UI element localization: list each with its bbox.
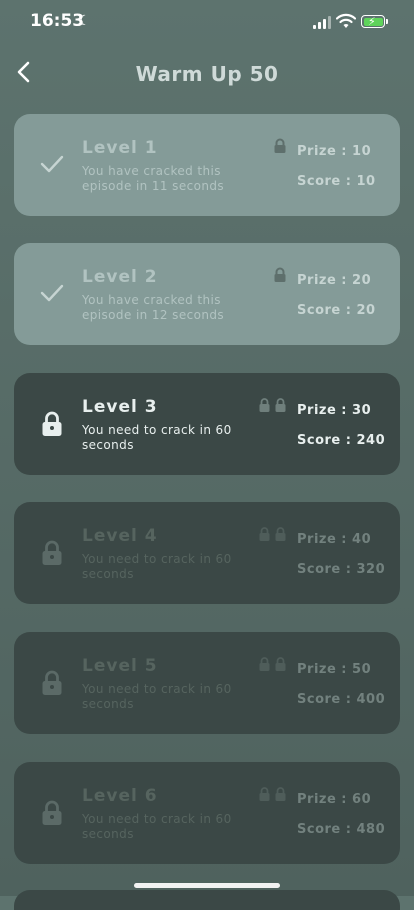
level-score: Score : 400	[297, 692, 386, 707]
double-lock-icon	[259, 527, 286, 541]
level-prize: Prize : 50	[297, 662, 372, 677]
lock-icon	[274, 138, 286, 153]
check-icon	[40, 155, 64, 173]
level-card-5[interactable]: Level 5 You need to crack in 60 seconds …	[14, 632, 400, 734]
moon-icon: ☾	[78, 13, 91, 29]
lock-icon	[42, 800, 62, 825]
lock-icon	[42, 411, 62, 436]
level-description: You have cracked this episode in 11 seco…	[82, 164, 225, 193]
level-prize: Prize : 20	[297, 273, 372, 288]
lock-icon	[42, 670, 62, 695]
level-title: Level 4	[82, 526, 158, 546]
level-title: Level 5	[82, 656, 158, 676]
wifi-icon	[336, 13, 356, 28]
level-card-6[interactable]: Level 6 You need to crack in 60 seconds …	[14, 762, 400, 864]
level-prize: Prize : 30	[297, 403, 372, 418]
double-lock-icon	[259, 787, 286, 801]
level-card-4[interactable]: Level 4 You need to crack in 60 seconds …	[14, 502, 400, 604]
level-title: Level 3	[82, 397, 158, 417]
level-description: You need to crack in 60 seconds	[82, 812, 232, 841]
level-description: You need to crack in 60 seconds	[82, 682, 232, 711]
double-lock-icon	[259, 398, 286, 412]
check-icon	[40, 284, 64, 302]
level-card-2[interactable]: Level 2 You have cracked this episode in…	[14, 243, 400, 345]
double-lock-icon	[259, 657, 286, 671]
level-title: Level 2	[82, 267, 158, 287]
page-title: Warm Up 50	[135, 62, 279, 86]
nav-header: Warm Up 50	[0, 54, 414, 94]
level-score: Score : 320	[297, 562, 386, 577]
level-prize: Prize : 10	[297, 144, 372, 159]
level-description: You need to crack in 60 seconds	[82, 423, 232, 452]
signal-icon	[313, 15, 331, 29]
level-score: Score : 240	[297, 433, 386, 448]
lock-icon	[42, 540, 62, 565]
level-score: Score : 20	[297, 303, 376, 318]
level-card-1[interactable]: Level 1 You have cracked this episode in…	[14, 114, 400, 216]
level-title: Level 1	[82, 138, 158, 158]
level-prize: Prize : 40	[297, 532, 372, 547]
status-time: 16:53	[30, 11, 85, 31]
battery-icon: ⚡	[361, 15, 388, 28]
level-description: You need to crack in 60 seconds	[82, 552, 232, 581]
home-indicator[interactable]	[134, 883, 280, 888]
level-card-peek[interactable]	[14, 890, 400, 910]
lock-icon	[274, 267, 286, 282]
level-card-3[interactable]: Level 3 You need to crack in 60 seconds …	[14, 373, 400, 475]
level-prize: Prize : 60	[297, 792, 372, 807]
level-score: Score : 10	[297, 174, 376, 189]
level-description: You have cracked this episode in 12 seco…	[82, 293, 225, 322]
level-title: Level 6	[82, 786, 158, 806]
status-bar: 16:53 ☾ ⚡	[0, 0, 414, 46]
level-score: Score : 480	[297, 822, 386, 837]
